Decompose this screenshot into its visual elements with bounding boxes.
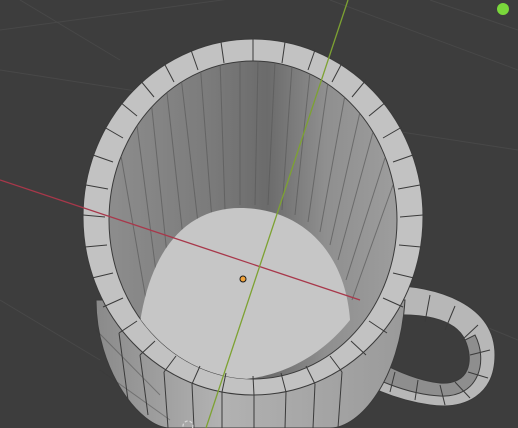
viewport-canvas[interactable] (0, 0, 518, 428)
3d-viewport[interactable] (0, 0, 518, 428)
navigation-gizmo-y-icon[interactable] (497, 3, 509, 15)
object-origin-icon[interactable] (239, 275, 247, 283)
